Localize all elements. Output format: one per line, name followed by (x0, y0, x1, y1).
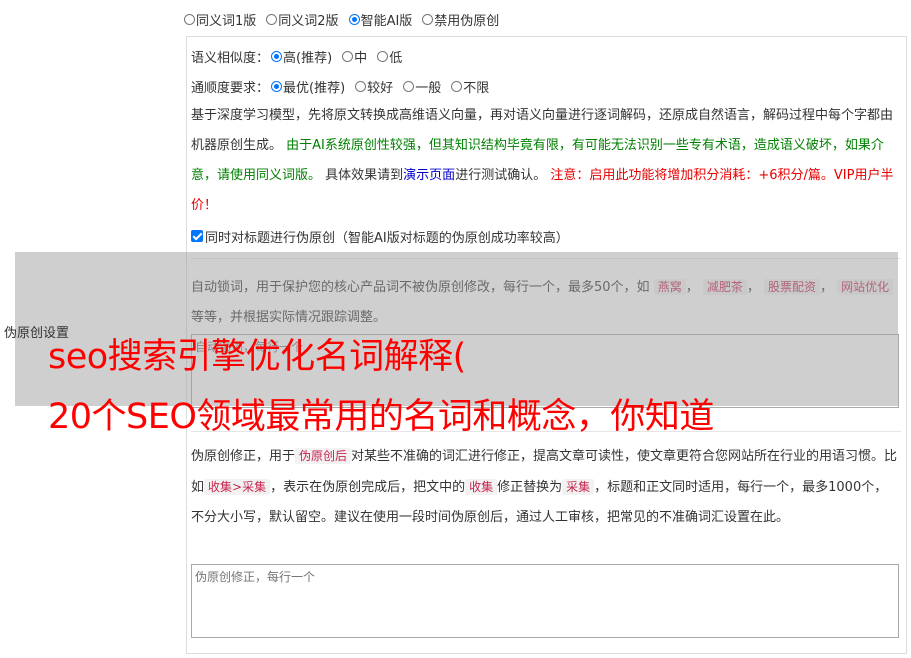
similarity-option-high[interactable]: 高(推荐) (271, 47, 332, 66)
ai-description: 基于深度学习模型，先将原文转换成高维语义向量，再对语义向量进行逐词解码，还原成自… (191, 101, 899, 221)
title-checkbox[interactable] (191, 230, 203, 242)
mode-option-label: 智能AI版 (360, 13, 413, 29)
description-text: 进行测试确认。 (455, 168, 547, 183)
radio-circle-selected[interactable] (271, 50, 283, 62)
similarity-option-label: 中 (354, 50, 368, 66)
correction-tag: 采集 (562, 479, 595, 495)
radio-circle[interactable] (355, 80, 367, 92)
correction-textarea[interactable]: 伪原创修正，每行一个 (191, 564, 899, 638)
fluency-row: 通顺度要求： 最优(推荐) 较好 一般 不限 (191, 75, 499, 97)
radio-circle-selected[interactable] (348, 13, 360, 25)
radio-circle-selected[interactable] (271, 80, 283, 92)
correction-text: ，表示在伪原创完成后，把文中的 (270, 480, 466, 495)
radio-circle[interactable] (184, 13, 195, 25)
correction-tag: 收集 (465, 479, 498, 495)
radio-circle[interactable] (403, 80, 415, 92)
mode-option-label: 同义词2版 (278, 13, 339, 29)
fluency-option-any[interactable]: 不限 (451, 77, 489, 96)
similarity-option-low[interactable]: 低 (377, 47, 402, 66)
correction-text: 伪原创修正，用于 (191, 449, 296, 464)
title-checkbox-row[interactable]: 同时对标题进行伪原创（智能AI版对标题的伪原创成功率较高） (191, 225, 569, 247)
similarity-row: 语义相似度： 高(推荐) 中 低 (191, 45, 412, 67)
similarity-option-label: 低 (389, 50, 403, 66)
mode-option-synonym-1[interactable]: 同义词1版 (184, 10, 256, 29)
similarity-option-label: 高(推荐) (283, 50, 333, 66)
demo-page-link[interactable]: 演示页面 (403, 168, 455, 183)
banner-line-2: 20个SEO领域最常用的名词和概念，你知道 (48, 397, 714, 437)
radio-circle[interactable] (266, 13, 278, 25)
mode-option-ai[interactable]: 智能AI版 (348, 10, 413, 29)
banner-line-1: seo搜索引擎优化名词解释( (48, 337, 466, 377)
correction-tag: 收集>采集 (204, 479, 271, 495)
gray-overlay (15, 252, 898, 406)
correction-tag: 伪原创后 (295, 448, 352, 464)
mode-selector: 同义词1版 同义词2版 智能AI版 禁用伪原创 (184, 9, 509, 29)
radio-circle[interactable] (422, 13, 434, 25)
mode-option-label: 同义词1版 (196, 13, 257, 29)
fluency-label: 通顺度要求： (191, 80, 270, 96)
similarity-label: 语义相似度： (191, 50, 270, 66)
fluency-option-label: 不限 (463, 80, 490, 96)
correction-text: 修正替换为 (497, 480, 563, 495)
radio-circle[interactable] (377, 50, 389, 62)
mode-option-synonym-2[interactable]: 同义词2版 (266, 10, 339, 29)
mode-option-disable[interactable]: 禁用伪原创 (422, 10, 499, 29)
fluency-option-best[interactable]: 最优(推荐) (271, 77, 345, 96)
description-text: 具体效果请到 (325, 168, 404, 183)
radio-circle[interactable] (451, 80, 463, 92)
fluency-option-label: 较好 (367, 80, 394, 96)
radio-circle[interactable] (342, 50, 354, 62)
fluency-option-label: 最优(推荐) (283, 80, 346, 96)
fluency-option-good[interactable]: 较好 (355, 77, 393, 96)
fluency-option-label: 一般 (415, 80, 442, 96)
similarity-option-medium[interactable]: 中 (342, 47, 367, 66)
correction-description: 伪原创修正，用于 伪原创后 对某些不准确的词汇进行修正，提高文章可读性，使文章更符合… (191, 441, 899, 533)
title-checkbox-label: 同时对标题进行伪原创（智能AI版对标题的伪原创成功率较高） (205, 230, 569, 246)
mode-option-label: 禁用伪原创 (434, 13, 500, 29)
fluency-option-normal[interactable]: 一般 (403, 77, 441, 96)
